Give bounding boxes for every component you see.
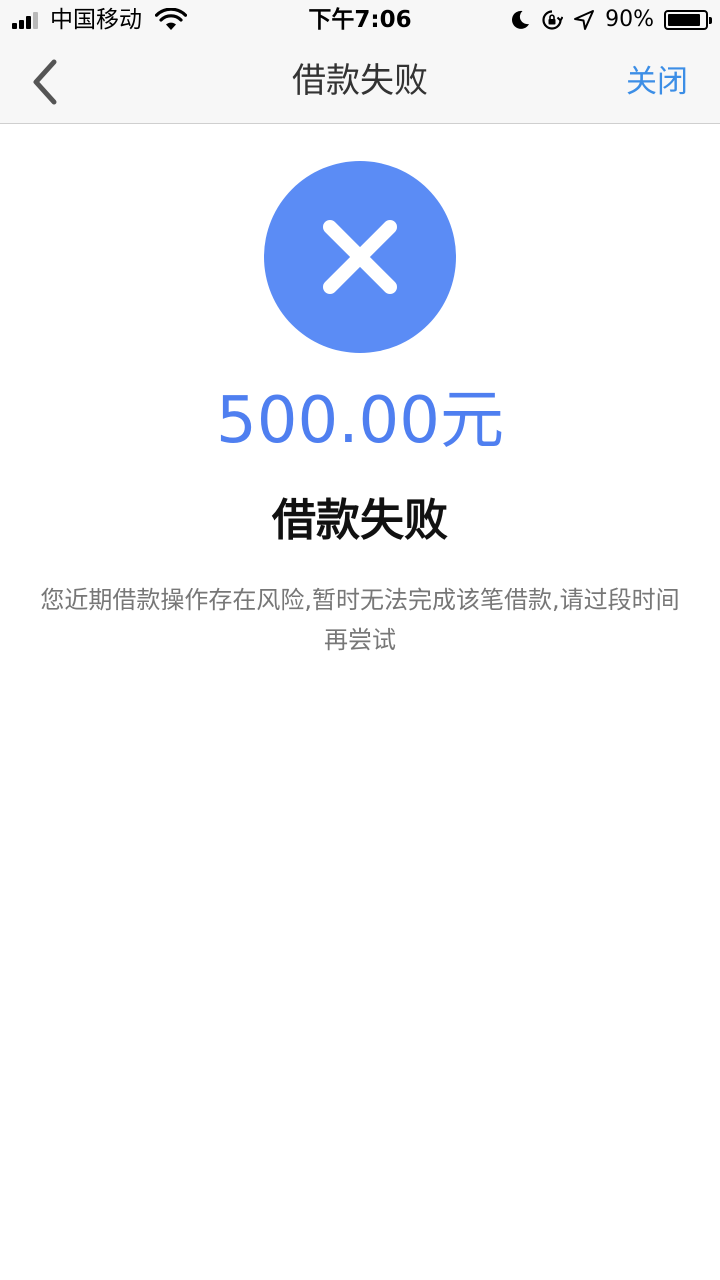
- result-title: 借款失败: [272, 495, 448, 546]
- result-message: 您近期借款操作存在风险,暂时无法完成该笔借款,请过段时间再尝试: [40, 586, 680, 654]
- failure-status-icon: [264, 161, 456, 353]
- loan-amount: 500.00元: [216, 384, 504, 458]
- screen: 中国移动 下午7:06 90% 借款失败 关闭 500.00元 借款失败 您近期…: [0, 0, 720, 1280]
- orientation-lock-icon: [542, 10, 564, 30]
- close-button[interactable]: 关闭: [626, 60, 688, 104]
- status-right-group: 90%: [509, 4, 712, 36]
- battery-percent: 90%: [605, 7, 654, 32]
- close-x-icon: [323, 220, 397, 294]
- status-bar: 中国移动 下午7:06 90%: [0, 0, 720, 40]
- battery-icon: [664, 10, 712, 30]
- nav-bar: 借款失败 关闭: [0, 40, 720, 124]
- battery-fill: [668, 14, 700, 26]
- moon-icon: [512, 10, 530, 29]
- page-title: 借款失败: [292, 61, 428, 101]
- location-icon: [574, 10, 595, 30]
